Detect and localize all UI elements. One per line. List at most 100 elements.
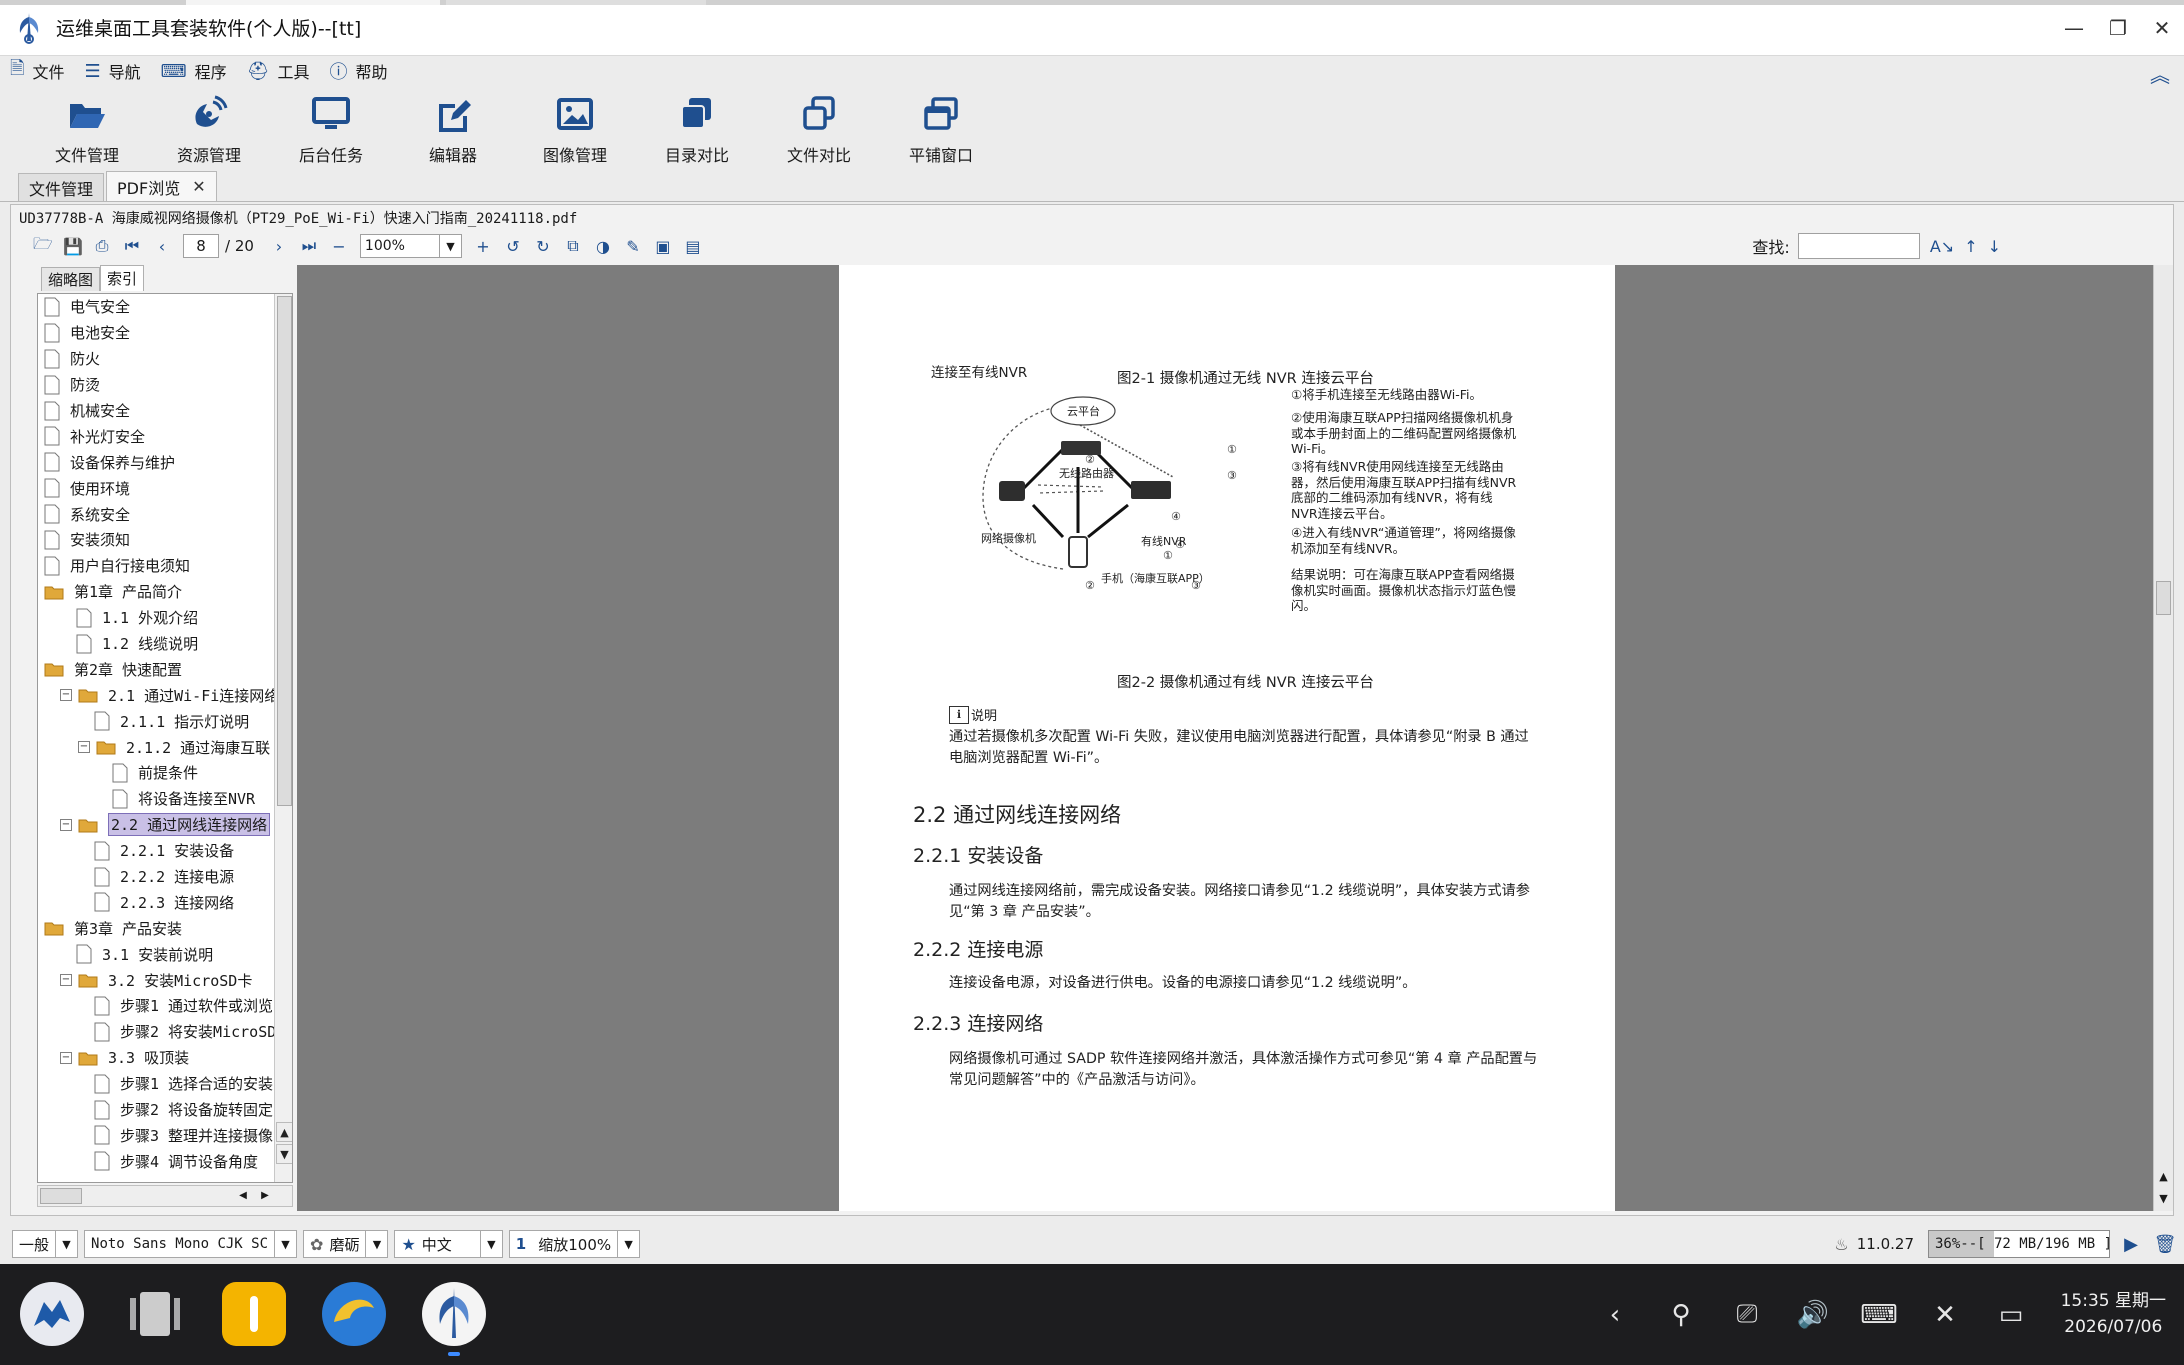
restore-button[interactable]: ❐ xyxy=(2096,8,2140,48)
collapse-toggle-icon[interactable]: − xyxy=(60,974,72,987)
rotate-left-icon[interactable]: ↺ xyxy=(504,237,522,256)
close-tab-icon[interactable]: ✕ xyxy=(192,177,205,196)
close-button[interactable]: ✕ xyxy=(2140,8,2184,48)
outline-item[interactable]: − 2.1.2 通过海康互联 xyxy=(38,734,270,760)
scroll-right-icon[interactable]: ▶ xyxy=(256,1187,274,1205)
outline-item[interactable]: 2.1.1 指示灯说明 xyxy=(38,708,270,734)
ribbon-dir-compare-button[interactable]: 目录对比 xyxy=(636,86,758,172)
tab-file-manager[interactable]: 文件管理 xyxy=(18,173,105,201)
theme-select[interactable]: ✿ 磨砺 ▼ xyxy=(303,1230,389,1258)
language-select[interactable]: ★ 中文 ▼ xyxy=(394,1230,503,1258)
outline-item[interactable]: − 2.1 通过Wi-Fi连接网络 xyxy=(38,682,279,708)
ops-toolkit-app-icon[interactable] xyxy=(422,1282,486,1346)
scroll-up-icon[interactable]: ▲ xyxy=(276,1122,292,1142)
outline-item[interactable]: 防烫 xyxy=(38,372,270,398)
menu-program[interactable]: ⌨ 程序 xyxy=(161,59,227,83)
tree-scroll-thumb[interactable] xyxy=(277,296,292,806)
mode-select[interactable]: 一般 ▼ xyxy=(12,1230,79,1258)
prev-page-icon[interactable]: ‹ xyxy=(153,237,171,256)
browser-app-icon[interactable] xyxy=(322,1282,386,1346)
search-icon[interactable]: ⚲ xyxy=(1648,1300,1714,1330)
tab-pdf-viewer[interactable]: PDF浏览 ✕ xyxy=(106,171,217,201)
next-page-icon[interactable]: › xyxy=(270,237,288,256)
collapse-toggle-icon[interactable]: − xyxy=(60,689,72,702)
tree-vertical-scrollbar[interactable]: ▲ ▼ xyxy=(274,294,292,1182)
outline-item[interactable]: 步骤2 将设备旋转固定 xyxy=(38,1097,273,1123)
ribbon-file-compare-button[interactable]: 文件对比 xyxy=(758,86,880,172)
save-icon[interactable]: 💾 xyxy=(63,237,83,256)
collapse-ribbon-icon[interactable]: ︽ xyxy=(2150,59,2170,88)
outline-item[interactable]: 使用环境 xyxy=(38,475,270,501)
tray-collapse-icon[interactable]: ‹ xyxy=(1582,1300,1648,1330)
ribbon-editor-button[interactable]: 编辑器 xyxy=(392,86,514,172)
zoom-level-select[interactable]: 1 缩放100% ▼ xyxy=(508,1230,641,1258)
outline-item[interactable]: 机械安全 xyxy=(38,398,270,424)
tab-thumbnails[interactable]: 缩略图 xyxy=(41,267,101,291)
font-select[interactable]: Noto Sans Mono CJK SC ▼ xyxy=(84,1230,298,1258)
outline-item[interactable]: 3.1 安装前说明 xyxy=(38,941,270,967)
launcher-icon[interactable] xyxy=(20,1282,84,1346)
viewer-vertical-scrollbar[interactable]: ▲ ▼ xyxy=(2153,265,2173,1211)
page-number-input[interactable]: 8 xyxy=(183,234,219,258)
screen-cast-icon[interactable]: ⎚ xyxy=(1714,1299,1780,1330)
first-page-icon[interactable]: ⏮ xyxy=(123,236,141,256)
tab-index[interactable]: 索引 xyxy=(100,265,145,291)
file-manager-app-icon[interactable] xyxy=(222,1282,286,1346)
viewer-scroll-up-icon[interactable]: ▲ xyxy=(2155,1167,2172,1187)
outline-item[interactable]: 步骤1 选择合适的安装 xyxy=(38,1071,273,1097)
collapse-toggle-icon[interactable]: − xyxy=(78,741,90,754)
outline-item[interactable]: − 3.3 吸顶装 xyxy=(38,1045,270,1071)
outline-item[interactable]: 将设备连接至NVR xyxy=(38,786,270,812)
outline-item[interactable]: − 3.2 安装MicroSD卡 xyxy=(38,967,270,993)
outline-item[interactable]: 第2章 快速配置 xyxy=(38,656,270,682)
volume-icon[interactable]: 🔊 xyxy=(1780,1300,1846,1330)
zoom-out-icon[interactable]: − xyxy=(330,237,348,256)
ribbon-file-manager-button[interactable]: 文件管理 xyxy=(26,86,148,172)
outline-item[interactable]: 安装须知 xyxy=(38,527,270,553)
keyboard-icon[interactable]: ⌨ xyxy=(1846,1300,1912,1330)
zoom-in-icon[interactable]: + xyxy=(474,237,492,256)
print-icon[interactable]: ⎙ xyxy=(93,236,111,256)
outline-item[interactable]: 电气安全 xyxy=(38,294,270,320)
outline-item[interactable]: 2.2.2 连接电源 xyxy=(38,864,270,890)
tree-hscroll-thumb[interactable] xyxy=(40,1188,82,1204)
ribbon-resource-manager-button[interactable]: 资源管理 xyxy=(148,86,270,172)
rotate-right-icon[interactable]: ↻ xyxy=(534,237,552,256)
collapse-toggle-icon[interactable]: − xyxy=(60,818,72,831)
brightness-icon[interactable]: ◑ xyxy=(594,237,612,256)
outline-item[interactable]: 2.2.3 连接网络 xyxy=(38,889,270,915)
viewer-scroll-down-icon[interactable]: ▼ xyxy=(2155,1189,2172,1209)
scroll-left-icon[interactable]: ◀ xyxy=(234,1187,252,1205)
ribbon-background-tasks-button[interactable]: 后台任务 xyxy=(270,86,392,172)
outline-item[interactable]: 补光灯安全 xyxy=(38,423,270,449)
search-prev-icon[interactable]: ↑ xyxy=(1964,237,1977,256)
minimize-button[interactable]: — xyxy=(2052,8,2096,48)
outline-item[interactable]: − 2.2 通过网线连接网络 xyxy=(38,812,271,838)
outline-item[interactable]: 防火 xyxy=(38,346,270,372)
fit-page-icon[interactable]: ⧉ xyxy=(564,236,582,256)
screenshot-icon[interactable]: ▣ xyxy=(654,237,672,256)
pdf-page-viewer[interactable]: 图2-1 摄像机通过无线 NVR 连接云平台 连接至有线NVR 云平台 无线路由… xyxy=(297,265,2153,1211)
multitask-icon[interactable] xyxy=(124,1282,188,1346)
last-page-icon[interactable]: ⏭ xyxy=(300,236,318,256)
outline-item[interactable]: 设备保养与维护 xyxy=(38,449,270,475)
outline-item[interactable]: 第3章 产品安装 xyxy=(38,915,270,941)
outline-item[interactable]: 步骤3 整理并连接摄像 xyxy=(38,1123,273,1149)
run-gc-icon[interactable]: ▶ xyxy=(2116,1229,2146,1259)
zoom-select[interactable]: 100% ▼ xyxy=(359,234,462,258)
outline-item[interactable]: 2.2.1 安装设备 xyxy=(38,838,270,864)
outline-item[interactable]: 步骤1 通过软件或浏览 xyxy=(38,993,273,1019)
outline-item[interactable]: 用户自行接电须知 xyxy=(38,553,270,579)
menu-file[interactable]: 🗎 文件 xyxy=(10,56,65,86)
search-input[interactable] xyxy=(1797,233,1920,259)
menu-tools[interactable]: ⛑ 工具 xyxy=(247,59,310,83)
outline-item[interactable]: 步骤4 调节设备角度 xyxy=(38,1148,270,1174)
scroll-down-icon[interactable]: ▼ xyxy=(276,1144,292,1164)
outline-item[interactable]: 1.2 线缆说明 xyxy=(38,631,270,657)
trash-icon[interactable]: 🗑 xyxy=(2150,1229,2180,1259)
outline-item[interactable]: 步骤2 将安装MicroSD xyxy=(38,1019,276,1045)
notification-icon[interactable]: ▭ xyxy=(1978,1300,2044,1330)
outline-item[interactable]: 电池安全 xyxy=(38,320,270,346)
open-file-icon[interactable]: 🗁 xyxy=(33,233,53,260)
outline-item[interactable]: 前提条件 xyxy=(38,760,270,786)
